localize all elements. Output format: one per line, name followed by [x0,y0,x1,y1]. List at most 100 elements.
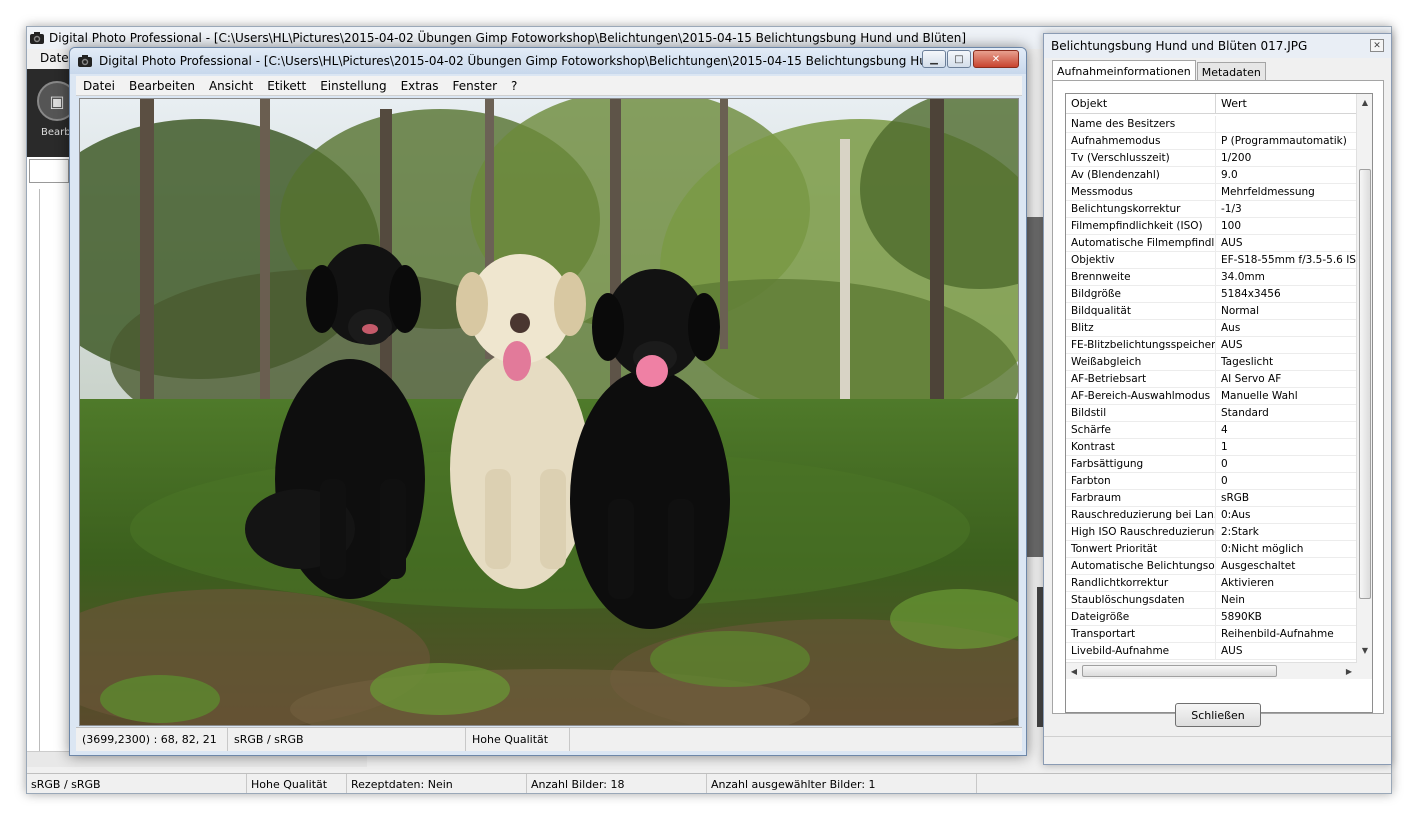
info-list[interactable]: Objekt Wert Name des Besitzers Aufnahmemo… [1065,93,1373,713]
row-value: Nein [1221,594,1245,606]
table-row[interactable]: Randlichtkorrektur Aktivieren [1066,575,1357,592]
table-row[interactable]: Filmempfindlichkeit (ISO) 100 [1066,218,1357,235]
scroll-down-arrow[interactable]: ▼ [1357,642,1372,658]
minimize-button[interactable]: ▁ [922,50,946,68]
table-row[interactable]: Aufnahmemodus P (Programmautomatik) [1066,133,1357,150]
row-object: Randlichtkorrektur [1066,575,1216,591]
table-row[interactable]: Farbsättigung 0 [1066,456,1357,473]
maximize-button[interactable]: □ [947,50,971,68]
horizontal-scrollbar[interactable]: ◀ ▶ [1066,662,1357,679]
table-row[interactable]: Name des Besitzers [1066,116,1357,133]
row-value: AUS [1221,339,1243,351]
table-row[interactable]: Bildgröße 5184x3456 [1066,286,1357,303]
row-object: Av (Blendenzahl) [1066,167,1216,183]
table-row[interactable]: Livebild-Aufnahme AUS [1066,643,1357,660]
main-status-bar: sRGB / sRGB Hohe Qualität Rezeptdaten: N… [27,773,1391,793]
info-rows: Name des Besitzers Aufnahmemodus P (Progra… [1066,116,1357,660]
column-header-object[interactable]: Objekt [1066,94,1216,113]
table-row[interactable]: Farbton 0 [1066,473,1357,490]
table-row[interactable]: Automatische Filmempfindli... AUS [1066,235,1357,252]
table-row[interactable]: Bildstil Standard [1066,405,1357,422]
row-object: AF-Betriebsart [1066,371,1216,387]
table-row[interactable]: Objektiv EF-S18-55mm f/3.5-5.6 IS I [1066,252,1357,269]
row-value: sRGB [1221,492,1250,504]
row-object: Kontrast [1066,439,1216,455]
row-object: High ISO Rauschreduzierung [1066,524,1216,540]
table-row[interactable]: Automatische Belichtungso... Ausgeschalte… [1066,558,1357,575]
viewer-title-bar[interactable]: Digital Photo Professional - [C:\Users\H… [70,48,1026,74]
row-object: AF-Bereich-Auswahlmodus [1066,388,1216,404]
row-object: Bildgröße [1066,286,1216,302]
main-status-recipe: Rezeptdaten: Nein [347,774,527,793]
table-row[interactable]: Av (Blendenzahl) 9.0 [1066,167,1357,184]
row-value: 2:Stark [1221,526,1259,538]
main-status-colorspace: sRGB / sRGB [27,774,247,793]
row-value: AUS [1221,237,1243,249]
table-row[interactable]: AF-Betriebsart AI Servo AF [1066,371,1357,388]
table-row[interactable]: Schärfe 4 [1066,422,1357,439]
menu-label[interactable]: Etikett [260,79,313,93]
row-object: Farbraum [1066,490,1216,506]
table-row[interactable]: Blitz Aus [1066,320,1357,337]
menu-edit[interactable]: Bearbeiten [122,79,202,93]
close-button[interactable]: Schließen [1175,703,1261,727]
row-object: Blitz [1066,320,1216,336]
row-value: EF-S18-55mm f/3.5-5.6 IS I [1221,254,1357,266]
table-row[interactable]: Dateigröße 5890KB [1066,609,1357,626]
scroll-up-arrow[interactable]: ▲ [1357,94,1372,110]
row-value: 34.0mm [1221,271,1265,283]
folder-input[interactable] [29,159,69,183]
table-row[interactable]: Belichtungskorrektur -1/3 [1066,201,1357,218]
viewer-status-quality: Hohe Qualität [466,728,570,751]
table-row[interactable]: Weißabgleich Tageslicht [1066,354,1357,371]
row-value: 0:Aus [1221,509,1251,521]
menu-file[interactable]: Datei [76,79,122,93]
menu-view[interactable]: Ansicht [202,79,260,93]
tab-metadata[interactable]: Metadaten [1196,62,1266,81]
close-window-button[interactable]: ✕ [973,50,1019,68]
menu-window[interactable]: Fenster [446,79,505,93]
dialog-close-button[interactable]: ✕ [1370,39,1384,52]
minimize-icon: ▁ [930,53,938,65]
table-row[interactable]: AF-Bereich-Auswahlmodus Manuelle Wahl [1066,388,1357,405]
list-header: Objekt Wert [1066,94,1357,114]
table-row[interactable]: Tv (Verschlusszeit) 1/200 [1066,150,1357,167]
row-object: Filmempfindlichkeit (ISO) [1066,218,1216,234]
scroll-right-arrow[interactable]: ▶ [1341,663,1357,679]
table-row[interactable]: Bildqualität Normal [1066,303,1357,320]
table-row[interactable]: FE-Blitzbelichtungsspeicher... AUS [1066,337,1357,354]
menu-help[interactable]: ? [504,79,524,93]
folder-panel[interactable] [27,157,71,759]
horizontal-scroll-thumb[interactable] [1082,665,1277,677]
row-value: 4 [1221,424,1228,436]
vertical-scrollbar[interactable]: ▲ ▼ [1356,94,1372,679]
table-row[interactable]: Kontrast 1 [1066,439,1357,456]
row-value: Aus [1221,322,1241,334]
row-value: 0 [1221,475,1228,487]
vertical-scroll-thumb[interactable] [1359,169,1371,599]
table-row[interactable]: Farbraum sRGB [1066,490,1357,507]
photo-view[interactable] [79,98,1019,726]
table-row[interactable]: Rauschreduzierung bei Lan... 0:Aus [1066,507,1357,524]
viewer-menu-bar: Datei Bearbeiten Ansicht Etikett Einstel… [76,76,1022,96]
table-row[interactable]: Messmodus Mehrfeldmessung [1066,184,1357,201]
camera-icon [30,32,44,44]
row-object: Bildstil [1066,405,1216,421]
row-object: Messmodus [1066,184,1216,200]
dialog-title-bar[interactable]: Belichtungsbung Hund und Blüten 017.JPG … [1044,34,1391,58]
table-row[interactable]: Tonwert Priorität 0:Nicht möglich [1066,541,1357,558]
column-header-value[interactable]: Wert [1216,94,1357,113]
row-value: P (Programmautomatik) [1221,135,1347,147]
menu-settings[interactable]: Einstellung [313,79,393,93]
menu-extras[interactable]: Extras [394,79,446,93]
table-row[interactable]: High ISO Rauschreduzierung 2:Stark [1066,524,1357,541]
tab-shooting-info[interactable]: Aufnahmeinformationen [1052,60,1196,81]
info-dialog: Belichtungsbung Hund und Blüten 017.JPG … [1043,33,1392,765]
table-row[interactable]: Transportart Reihenbild-Aufnahme [1066,626,1357,643]
row-value: Reihenbild-Aufnahme [1221,628,1334,640]
table-row[interactable]: Brennweite 34.0mm [1066,269,1357,286]
scroll-left-arrow[interactable]: ◀ [1066,663,1082,679]
main-status-selected-count: Anzahl ausgewählter Bilder: 1 [707,774,977,793]
table-row[interactable]: Staublöschungsdaten Nein [1066,592,1357,609]
black-dog-right [570,269,730,629]
